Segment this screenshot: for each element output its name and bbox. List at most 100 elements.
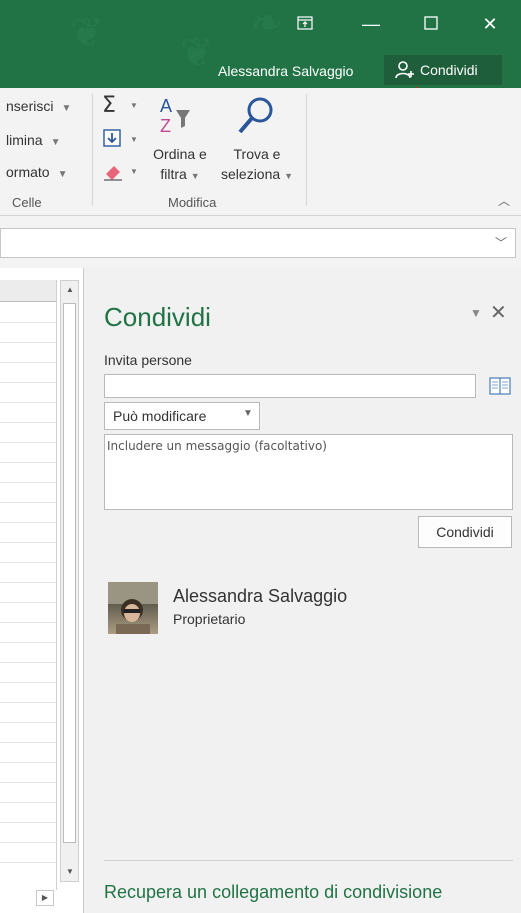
scroll-right-icon[interactable]: ▶ bbox=[36, 890, 54, 906]
row-line bbox=[0, 522, 56, 523]
share-button-label: Condividi bbox=[420, 62, 478, 78]
invite-label: Invita persone bbox=[104, 352, 192, 368]
dropdown-icon: ▼ bbox=[57, 169, 68, 180]
row-line bbox=[0, 602, 56, 603]
scroll-down-icon[interactable]: ▼ bbox=[63, 865, 77, 879]
svg-text:Z: Z bbox=[160, 116, 171, 136]
dropdown-icon: ▼ bbox=[284, 171, 293, 181]
formula-bar: ﹀ bbox=[0, 216, 521, 268]
row-line bbox=[0, 802, 56, 803]
row-line bbox=[0, 762, 56, 763]
row-line bbox=[0, 422, 56, 423]
column-header[interactable] bbox=[0, 280, 56, 302]
user-name[interactable]: Alessandra Salvaggio bbox=[218, 63, 353, 79]
divider bbox=[104, 860, 513, 861]
row-line bbox=[0, 822, 56, 823]
permission-value: Può modificare bbox=[113, 408, 207, 424]
fill-down-icon: ▼ bbox=[103, 129, 138, 147]
autosum-button[interactable]: Σ ▼ bbox=[102, 93, 138, 119]
row-line bbox=[0, 682, 56, 683]
svg-text:A: A bbox=[160, 96, 172, 116]
magnifier-icon bbox=[238, 97, 273, 134]
row-line bbox=[0, 542, 56, 543]
avatar bbox=[108, 582, 158, 634]
permission-select[interactable]: Può modificare ▼ bbox=[104, 402, 260, 430]
group-divider bbox=[306, 94, 307, 206]
clear-button[interactable]: ▼ bbox=[102, 160, 138, 185]
formula-input[interactable]: ﹀ bbox=[0, 228, 516, 258]
row-line bbox=[0, 362, 56, 363]
message-placeholder: Includere un messaggio (facoltativo) bbox=[107, 439, 327, 453]
maximize-icon[interactable] bbox=[414, 12, 448, 36]
minimize-icon[interactable]: — bbox=[354, 12, 388, 36]
row-line bbox=[0, 662, 56, 663]
svg-text:▼: ▼ bbox=[130, 101, 138, 110]
row-line bbox=[0, 582, 56, 583]
edit-group-label: Modifica bbox=[168, 195, 217, 210]
row-line bbox=[0, 462, 56, 463]
ribbon-display-icon[interactable] bbox=[288, 12, 322, 36]
find-select-button[interactable] bbox=[234, 94, 278, 141]
delete-cells-button[interactable]: limina ▼ bbox=[6, 132, 60, 148]
row-line bbox=[0, 482, 56, 483]
fill-button[interactable]: ▼ bbox=[102, 128, 138, 153]
address-book-icon[interactable] bbox=[489, 375, 511, 397]
pane-title: Condividi bbox=[104, 302, 211, 332]
cells-group-label: Celle bbox=[12, 195, 42, 210]
column-divider bbox=[56, 280, 57, 890]
svg-text:▼: ▼ bbox=[130, 167, 138, 176]
row-line bbox=[0, 702, 56, 703]
eraser-icon: ▼ bbox=[104, 166, 138, 181]
scroll-thumb[interactable] bbox=[63, 303, 76, 843]
vertical-scrollbar[interactable]: ▲ ▼ bbox=[60, 280, 79, 882]
row-line bbox=[0, 502, 56, 503]
row-line bbox=[0, 322, 56, 323]
message-textarea[interactable]: Includere un messaggio (facoltativo) bbox=[104, 434, 513, 510]
background-pattern: ❦ bbox=[180, 31, 214, 75]
svg-text:Σ: Σ bbox=[102, 94, 116, 116]
row-line bbox=[0, 402, 56, 403]
row-line bbox=[0, 622, 56, 623]
row-line bbox=[0, 442, 56, 443]
background-pattern: ❦ bbox=[70, 11, 104, 55]
dropdown-icon: ▼ bbox=[61, 103, 72, 114]
group-divider bbox=[92, 94, 93, 206]
pane-close-icon[interactable]: ✕ bbox=[490, 300, 507, 325]
sigma-icon: Σ ▼ bbox=[102, 93, 138, 118]
person-add-icon bbox=[395, 61, 414, 79]
row-line bbox=[0, 722, 56, 723]
share-submit-button[interactable]: Condividi bbox=[418, 516, 512, 548]
owner-role: Proprietario bbox=[173, 611, 246, 627]
svg-text:▼: ▼ bbox=[130, 135, 138, 144]
sort-filter-label[interactable]: Ordina e filtra ▼ bbox=[144, 144, 216, 186]
row-line bbox=[0, 862, 56, 863]
ribbon: nserisci ▼ limina ▼ ormato ▼ Celle Σ ▼ ▼ ▼ A… bbox=[0, 88, 521, 216]
title-bar: ❦ ❦ ❧ — ✕ Alessandra Salvaggio Condividi bbox=[0, 0, 521, 88]
format-cells-button[interactable]: ormato ▼ bbox=[6, 164, 67, 180]
dropdown-icon: ▼ bbox=[190, 171, 200, 181]
share-pane: Condividi ▼ ✕ Invita persone Può modific… bbox=[84, 268, 521, 913]
row-line bbox=[0, 642, 56, 643]
chevron-down-icon: ▼ bbox=[243, 408, 253, 419]
expand-formula-icon[interactable]: ﹀ bbox=[495, 234, 507, 251]
find-select-label[interactable]: Trova e seleziona ▼ bbox=[214, 144, 300, 186]
sort-filter-icon: AZ bbox=[160, 96, 190, 136]
row-line bbox=[0, 742, 56, 743]
owner-name: Alessandra Salvaggio bbox=[173, 586, 348, 606]
row-line bbox=[0, 382, 56, 383]
row-line bbox=[0, 562, 56, 563]
row-line bbox=[0, 342, 56, 343]
scroll-up-icon[interactable]: ▲ bbox=[63, 283, 77, 297]
sort-filter-button[interactable]: AZ bbox=[156, 94, 206, 141]
row-line bbox=[0, 842, 56, 843]
collapse-ribbon-icon[interactable]: ︿ bbox=[498, 192, 510, 209]
get-sharing-link[interactable]: Recupera un collegamento di condivisione bbox=[104, 882, 442, 903]
row-line bbox=[0, 782, 56, 783]
background-pattern: ❧ bbox=[250, 1, 284, 45]
close-icon[interactable]: ✕ bbox=[473, 12, 507, 36]
invite-input[interactable] bbox=[104, 374, 476, 398]
dropdown-icon: ▼ bbox=[50, 137, 61, 148]
insert-cells-button[interactable]: nserisci ▼ bbox=[6, 98, 71, 114]
pane-options-icon[interactable]: ▼ bbox=[470, 306, 482, 320]
share-button[interactable]: Condividi bbox=[384, 55, 502, 85]
